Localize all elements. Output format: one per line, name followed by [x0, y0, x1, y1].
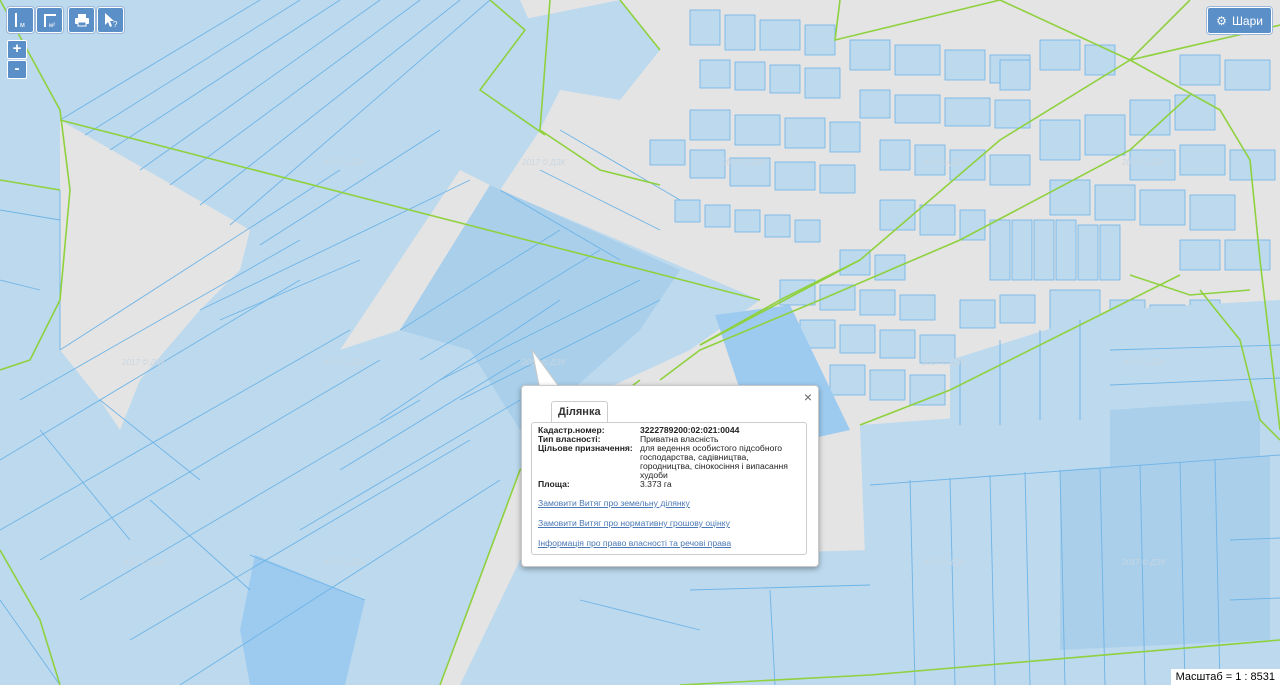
purpose-value: для ведення особистого підсобного господ…	[640, 443, 788, 480]
order-extract-land-link[interactable]: Замовити Витяг про земельну ділянку	[538, 498, 800, 508]
gear-icon: ⚙	[1216, 13, 1227, 28]
measure-toolbar: м м²	[7, 7, 63, 33]
ownership-info-link[interactable]: Інформація про право власності та речові…	[538, 538, 800, 548]
area-row: Площа: 3.373 га	[538, 480, 800, 489]
area-label: Площа:	[538, 479, 570, 489]
svg-text:2017 © ДЗК: 2017 © ДЗК	[121, 558, 167, 567]
close-icon[interactable]: ×	[804, 389, 812, 405]
svg-text:м: м	[20, 22, 25, 28]
svg-text:2017 © ДЗК: 2017 © ДЗК	[721, 158, 767, 167]
svg-text:2017 © ДЗК: 2017 © ДЗК	[321, 158, 367, 167]
svg-text:2017 © ДЗК: 2017 © ДЗК	[321, 358, 367, 367]
measure-area-button[interactable]: м²	[36, 7, 63, 33]
svg-text:2017 © ДЗК: 2017 © ДЗК	[1121, 358, 1167, 367]
purpose-row: Цільове призначення: для ведення особист…	[538, 444, 800, 480]
svg-text:2017 © ДЗК: 2017 © ДЗК	[121, 358, 167, 367]
print-button[interactable]	[68, 7, 95, 33]
cadastral-map[interactable]: 2017 © ДЗК 2017 © ДЗК 2017 © ДЗК 2017 © …	[0, 0, 1280, 685]
svg-text:2017 © ДЗК: 2017 © ДЗК	[1121, 558, 1167, 567]
layers-button[interactable]: ⚙ Шари	[1207, 7, 1272, 34]
svg-text:2017 © ДЗК: 2017 © ДЗК	[921, 158, 967, 167]
measure-line-button[interactable]: м	[7, 7, 34, 33]
layers-button-label: Шари	[1231, 13, 1263, 28]
svg-text:2017 © ДЗК: 2017 © ДЗК	[321, 558, 367, 567]
parcel-highlight	[1060, 455, 1270, 650]
zoom-in-button[interactable]: +	[7, 40, 27, 59]
tab-parcel[interactable]: Ділянка	[551, 401, 608, 422]
parcel-popup: × Ділянка Кадастр.номер: 3222789200:02:0…	[521, 385, 819, 567]
svg-text:2017 © ДЗК: 2017 © ДЗК	[921, 558, 967, 567]
printer-icon	[74, 14, 89, 27]
svg-text:м²: м²	[49, 23, 55, 28]
zoom-out-button[interactable]: -	[7, 60, 27, 79]
zoom-control: + -	[7, 40, 27, 80]
svg-text:2017 © ДЗК: 2017 © ДЗК	[921, 358, 967, 367]
measure-line-icon: м	[14, 13, 25, 28]
scale-label: Масштаб = 1 : 8531	[1170, 669, 1280, 685]
identify-button[interactable]: ?	[97, 7, 124, 33]
area-value: 3.373 га	[640, 479, 672, 489]
purpose-label: Цільове призначення:	[538, 443, 633, 453]
cursor-question-icon: ?	[104, 13, 118, 28]
parcel-info-panel: Кадастр.номер: 3222789200:02:021:0044 Ти…	[531, 422, 807, 555]
svg-text:?: ?	[113, 20, 118, 28]
tools-toolbar: ?	[68, 7, 124, 33]
svg-text:2017 © ДЗК: 2017 © ДЗК	[521, 158, 567, 167]
parcel-zone-bottom2	[680, 580, 870, 685]
order-extract-valuation-link[interactable]: Замовити Витяг про нормативну грошову оц…	[538, 518, 800, 528]
measure-area-icon: м²	[43, 14, 56, 28]
svg-text:2017 © ДЗК: 2017 © ДЗК	[1121, 158, 1167, 167]
